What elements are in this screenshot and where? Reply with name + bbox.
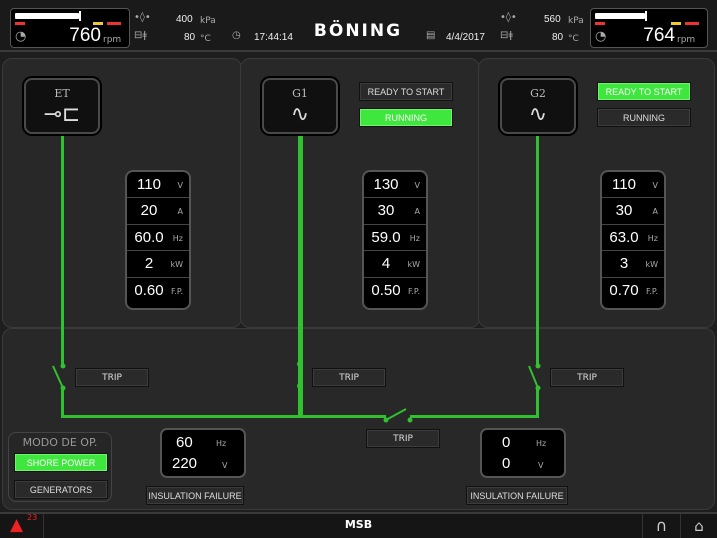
et-trip-button[interactable]: TRIP bbox=[75, 368, 149, 387]
meter-row: 2 kW bbox=[127, 251, 189, 278]
shore-power-button[interactable]: SHORE POWER bbox=[14, 453, 108, 472]
meter-row: 60.0 Hz bbox=[127, 225, 189, 252]
alarm-button[interactable]: ▲ 23 bbox=[0, 513, 44, 538]
right-temp-value: 80 bbox=[552, 32, 564, 43]
g2-source-button[interactable]: G2 ∿ bbox=[500, 78, 576, 134]
g2-meter-panel: 110 V 30 A 63.0 Hz 3 kW 0.70 F.P. bbox=[600, 170, 666, 310]
warning-icon: ▲ bbox=[10, 515, 24, 535]
left-pressure-value: 400 bbox=[176, 14, 193, 25]
meter-row: 59.0 Hz bbox=[364, 225, 426, 252]
meter-row: 0.50 F.P. bbox=[371, 281, 420, 299]
right-insulation-failure[interactable]: INSULATION FAILURE bbox=[466, 486, 568, 505]
calendar-icon: ▤ bbox=[426, 30, 436, 41]
time-value: 17:44:14 bbox=[254, 32, 293, 43]
meter-row: 30 A bbox=[364, 198, 426, 225]
meter-row: 4 kW bbox=[364, 251, 426, 278]
right-rpm-bar bbox=[595, 13, 645, 19]
left-temp-value: 80 bbox=[184, 32, 196, 43]
left-insulation-failure[interactable]: INSULATION FAILURE bbox=[146, 486, 244, 505]
pressure-icon-right: •◊• bbox=[500, 12, 517, 23]
g1-running[interactable]: RUNNING bbox=[359, 108, 453, 127]
meter-row: 30 A bbox=[602, 198, 664, 225]
right-bus-meter: 0 Hz 0 V bbox=[480, 428, 566, 478]
et-source-button[interactable]: ET ⊸⊏ bbox=[24, 78, 100, 134]
home-icon: ⌂ bbox=[694, 517, 704, 535]
temperature-icon: ⊟ǂ bbox=[134, 30, 147, 41]
temperature-icon-right: ⊟ǂ bbox=[500, 30, 513, 41]
rpm-dial-icon: ◔ bbox=[15, 29, 27, 44]
bus-tie-trip-button[interactable]: TRIP bbox=[366, 429, 440, 448]
et-breaker[interactable] bbox=[48, 360, 78, 394]
g2-running[interactable]: RUNNING bbox=[597, 108, 691, 127]
et-feed-line bbox=[61, 134, 64, 366]
plug-icon: ⊸⊏ bbox=[43, 102, 81, 127]
g1-breaker[interactable] bbox=[289, 356, 313, 394]
left-bus-meter: 60 Hz 220 V bbox=[160, 428, 246, 478]
rpm-dial-icon-right: ◔ bbox=[595, 29, 607, 44]
meter-row: 110 V bbox=[602, 172, 664, 199]
clock-icon: ◷ bbox=[232, 30, 241, 41]
meter-row: 20 A bbox=[127, 198, 189, 225]
g1-source-button[interactable]: G1 ∿ bbox=[262, 78, 338, 134]
brand-logo: BÖNING bbox=[313, 21, 403, 41]
g1-ready-to-start[interactable]: READY TO START bbox=[359, 82, 453, 101]
meter-row: 130 V bbox=[364, 172, 426, 199]
right-busbar bbox=[410, 415, 539, 418]
right-rpm-value: 764 bbox=[643, 25, 675, 46]
meter-row: 63.0 Hz bbox=[602, 225, 664, 252]
meter-row: 0.60 F.P. bbox=[134, 281, 183, 299]
left-engine-rpm-gauge[interactable]: ◔ 760 rpm bbox=[10, 8, 130, 48]
meter-row: 110 V bbox=[127, 172, 189, 199]
home-button[interactable]: ⌂ bbox=[680, 514, 717, 538]
et-meter-panel: 110 V 20 A 60.0 Hz 2 kW 0.60 F.P. bbox=[125, 170, 191, 310]
bus-tie-breaker[interactable] bbox=[380, 406, 416, 428]
page-title: MSB bbox=[344, 518, 373, 531]
mode-title: MODO DE OP. bbox=[22, 436, 98, 449]
meter-row: 0.70 F.P. bbox=[609, 281, 658, 299]
pressure-icon: •◊• bbox=[134, 12, 151, 23]
sine-wave-icon: ∿ bbox=[290, 102, 310, 127]
back-icon: ∩ bbox=[655, 516, 668, 535]
meter-row: 3 kW bbox=[602, 251, 664, 278]
g1-meter-panel: 130 V 30 A 59.0 Hz 4 kW 0.50 F.P. bbox=[362, 170, 428, 310]
right-pressure-value: 560 bbox=[544, 14, 561, 25]
g2-trip-button[interactable]: TRIP bbox=[550, 368, 624, 387]
g2-feed-line bbox=[536, 134, 539, 366]
left-rpm-bar bbox=[15, 13, 79, 19]
left-busbar bbox=[61, 415, 386, 418]
generators-button[interactable]: GENERATORS bbox=[14, 480, 108, 499]
g2-breaker[interactable] bbox=[521, 360, 551, 394]
alarm-count: 23 bbox=[27, 513, 38, 522]
g1-trip-button[interactable]: TRIP bbox=[312, 368, 386, 387]
g2-ready-to-start[interactable]: READY TO START bbox=[597, 82, 691, 101]
top-status-bar: ◔ 760 rpm •◊• 400 kPa ⊟ǂ 80 °C ◷ 17:44:1… bbox=[0, 0, 717, 52]
left-rpm-value: 760 bbox=[69, 25, 101, 46]
back-button[interactable]: ∩ bbox=[642, 514, 680, 538]
sine-wave-icon: ∿ bbox=[528, 102, 548, 127]
right-engine-rpm-gauge[interactable]: ◔ 764 rpm bbox=[590, 8, 708, 48]
date-value: 4/4/2017 bbox=[446, 32, 485, 43]
bottom-bar: ▲ 23 MSB ∩ ⌂ bbox=[0, 512, 717, 538]
operation-mode-group: MODO DE OP. SHORE POWER GENERATORS bbox=[8, 432, 112, 502]
